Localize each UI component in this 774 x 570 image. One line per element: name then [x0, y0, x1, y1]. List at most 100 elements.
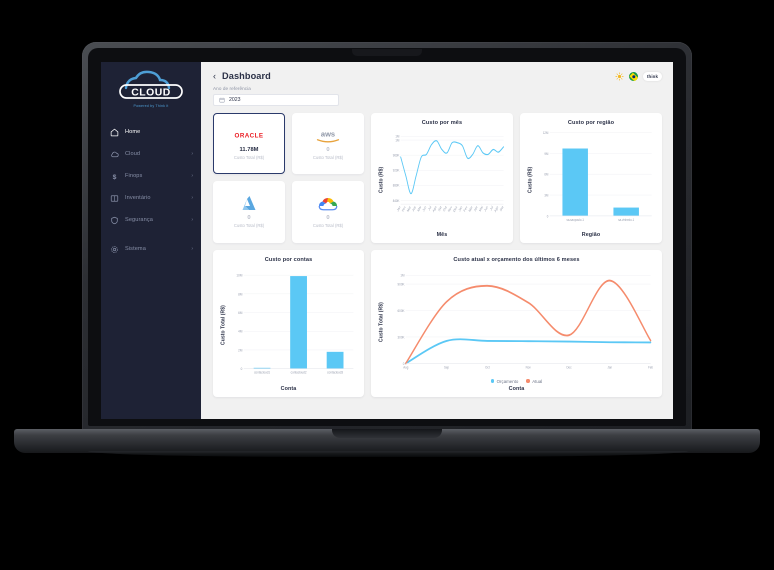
chart-custo-atual-orcamento: Custo atual x orçamento dos últimos 6 me…: [371, 249, 662, 397]
svg-text:6M: 6M: [544, 172, 548, 177]
svg-text:900K: 900K: [398, 282, 405, 287]
chart-custo-por-contas: Custo por contas Custo Total (R$) 0 2M 4M 6…: [213, 249, 364, 397]
svg-text:960K: 960K: [393, 153, 400, 158]
page-header: ‹ Dashboard: [213, 71, 271, 81]
sidebar-item-label: Cloud: [125, 151, 141, 157]
svg-text:0: 0: [241, 366, 243, 370]
year-filter: Ano de referência 2023: [213, 86, 662, 106]
sidebar-item-home[interactable]: Home: [101, 121, 201, 143]
svg-text:Ago: Ago: [432, 204, 438, 212]
svg-text:Jun: Jun: [484, 204, 489, 212]
svg-text:Mai: Mai: [417, 204, 422, 212]
provider-value: 0: [247, 215, 251, 222]
svg-text:Oct: Oct: [485, 365, 490, 370]
year-input[interactable]: 2023: [213, 93, 339, 106]
provider-card-gcp[interactable]: 0 Custo Total (R$): [292, 181, 364, 243]
provider-sublabel: Custo Total (R$): [312, 154, 344, 160]
screen: CLOUD Powered by Think it Home Cloud › $…: [101, 62, 673, 419]
year-filter-label: Ano de referência: [213, 86, 251, 91]
sidebar-item-inventario[interactable]: Inventário ›: [101, 187, 201, 209]
svg-text:CLOUD: CLOUD: [131, 87, 170, 98]
sidebar-item-finops[interactable]: $ Finops ›: [101, 165, 201, 187]
svg-text:Set: Set: [499, 204, 504, 211]
dashboard-bottom-row: Custo por contas Custo Total (R$) 0 2M 4M 6…: [213, 249, 662, 397]
svg-text:3M: 3M: [544, 193, 548, 198]
svg-text:2M: 2M: [238, 348, 242, 352]
chart-custo-por-mes: Custo por mês Custo (R$) 840K 880K 920K 960…: [371, 112, 513, 243]
shield-icon: [110, 216, 119, 225]
sidebar-logo[interactable]: CLOUD Powered by Think it: [101, 62, 201, 117]
svg-text:Dez: Dez: [452, 204, 458, 212]
main-content: ‹ Dashboard think Ano de referência 2023…: [201, 62, 673, 419]
laptop-mockup: CLOUD Powered by Think it Home Cloud › $…: [0, 0, 774, 570]
svg-text:12M: 12M: [543, 130, 549, 135]
sidebar-item-label: Inventário: [125, 195, 151, 201]
chart-legend: Orçamento Atual: [377, 379, 656, 384]
laptop-base-shadow: [88, 451, 688, 457]
brazil-flag-icon[interactable]: [629, 72, 638, 81]
chart-title: Custo atual x orçamento dos últimos 6 me…: [453, 256, 580, 263]
provider-value: 0: [326, 146, 330, 153]
svg-text:contacloud1: contacloud1: [254, 370, 270, 374]
sun-icon[interactable]: [615, 72, 624, 81]
sidebar-item-seguranca[interactable]: Segurança ›: [101, 209, 201, 231]
provider-card-azure[interactable]: 0 Custo Total (R$): [213, 181, 285, 243]
think-brand-badge[interactable]: think: [643, 72, 662, 81]
x-axis-label: Região: [581, 231, 601, 238]
svg-text:1M: 1M: [395, 134, 399, 139]
chart-body: Custo (R$) 0 3M 6M 9M 12M sa-saopaulo-1 sa-vin…: [526, 129, 656, 230]
nav-divider: [101, 231, 201, 238]
provider-cards: ORACLE 11.78M Custo Total (R$) aws 0 Cus…: [213, 112, 364, 243]
home-icon: [110, 128, 119, 137]
provider-card-oracle[interactable]: ORACLE 11.78M Custo Total (R$): [213, 112, 285, 174]
svg-text:contacloud2: contacloud2: [291, 370, 307, 374]
svg-text:Jun: Jun: [422, 204, 427, 212]
svg-text:Dec: Dec: [566, 365, 571, 370]
svg-text:Ago: Ago: [494, 204, 500, 212]
plot-area: 0 2M 4M 6M 8M 10M contacloud1 contacloud2 contac…: [228, 266, 358, 384]
back-button[interactable]: ‹: [213, 71, 216, 81]
provider-sublabel: Custo Total (R$): [233, 223, 265, 229]
laptop-base: [14, 429, 760, 453]
svg-text:Set: Set: [437, 204, 442, 211]
svg-text:Feb: Feb: [648, 365, 653, 370]
svg-text:Fev: Fev: [463, 204, 469, 212]
chevron-right-icon: ›: [191, 246, 193, 252]
svg-text:10M: 10M: [236, 273, 242, 277]
gear-icon: [110, 245, 119, 254]
plot-area: 840K 880K 920K 960K 1M 1M Jan Fev Mar Abr Mai Jun Ju…: [386, 129, 507, 230]
year-value: 2023: [229, 96, 241, 103]
x-axis-label: Conta: [508, 385, 525, 392]
chart-title: Custo por contas: [264, 256, 313, 263]
svg-text:8M: 8M: [238, 291, 242, 295]
svg-text:Jan: Jan: [607, 365, 612, 370]
legend-item-orcamento[interactable]: Orçamento: [490, 379, 518, 384]
oracle-logo: ORACLE: [227, 127, 271, 145]
laptop-notch: [352, 49, 422, 56]
calendar-icon: [219, 97, 225, 103]
svg-text:Nov: Nov: [447, 204, 453, 212]
sidebar-item-sistema[interactable]: Sistema ›: [101, 238, 201, 260]
sidebar-item-cloud[interactable]: Cloud ›: [101, 143, 201, 165]
legend-swatch: [526, 379, 530, 383]
legend-item-atual[interactable]: Atual: [526, 379, 542, 384]
legend-swatch: [490, 379, 495, 383]
dashboard-top-row: ORACLE 11.78M Custo Total (R$) aws 0 Cus…: [213, 112, 662, 243]
plot-area: 0 300K 600K 900K 1M Aug Sep Oct Nov Dec Jan Feb: [386, 266, 656, 378]
cloud-logo-icon: CLOUD Powered by Think it: [114, 70, 188, 108]
provider-value: 0: [326, 215, 330, 222]
svg-text:sa-saopaulo-1: sa-saopaulo-1: [566, 217, 584, 222]
provider-card-aws[interactable]: aws 0 Custo Total (R$): [292, 112, 364, 174]
sidebar-nav: Home Cloud › $ Finops › Inventário › Seg…: [101, 121, 201, 260]
svg-text:sa-vinhedo-1: sa-vinhedo-1: [618, 217, 634, 222]
dollar-icon: $: [110, 172, 119, 181]
svg-text:Sep: Sep: [444, 365, 449, 370]
topbar-actions: think: [615, 71, 662, 81]
provider-sublabel: Custo Total (R$): [312, 223, 344, 229]
svg-text:$: $: [113, 174, 117, 181]
svg-text:300K: 300K: [398, 335, 405, 340]
svg-text:Jan: Jan: [458, 204, 463, 212]
svg-text:6M: 6M: [238, 310, 242, 314]
svg-text:Jan: Jan: [396, 204, 401, 212]
sidebar-item-label: Sistema: [125, 246, 146, 252]
